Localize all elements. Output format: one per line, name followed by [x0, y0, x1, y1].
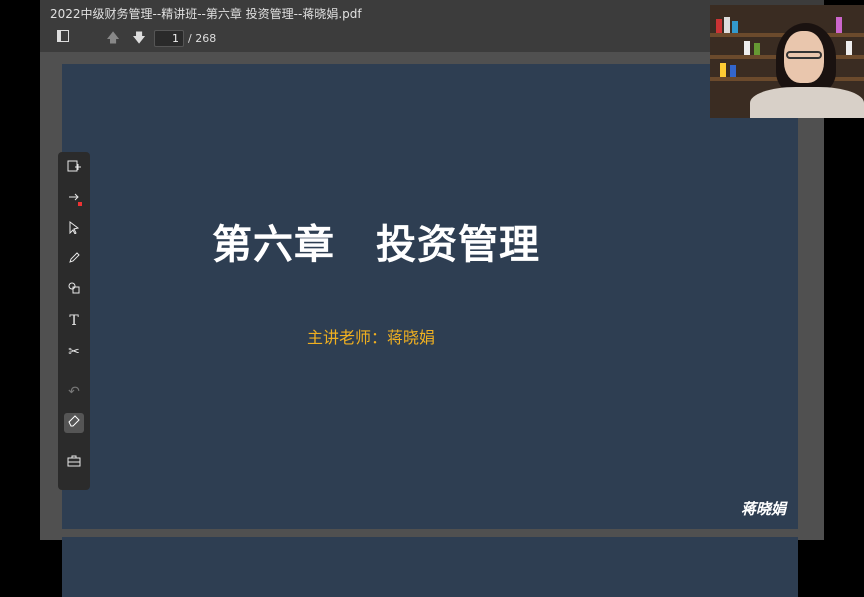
- book: [720, 63, 726, 77]
- pdf-page-1: 第六章 投资管理 主讲老师：蒋晓娟 蒋晓娟: [62, 64, 798, 529]
- pdf-viewer-window: 2022中级财务管理--精讲班--第六章 投资管理--蒋晓娟.pdf 🡅 🡇 1…: [40, 0, 824, 597]
- webcam-overlay: [710, 5, 864, 118]
- slide-title: 第六章 投资管理: [212, 222, 540, 268]
- presenter-shirt: [750, 87, 864, 118]
- book: [732, 21, 738, 33]
- book: [744, 41, 750, 55]
- scissors-icon[interactable]: ✂: [64, 342, 84, 362]
- move-tool-icon[interactable]: [64, 190, 84, 210]
- next-page-icon[interactable]: 🡇: [130, 30, 148, 48]
- text-icon[interactable]: T: [64, 311, 84, 331]
- toolbox-icon[interactable]: [64, 454, 84, 474]
- app-root: 2022中级财务管理--精讲班--第六章 投资管理--蒋晓娟.pdf 🡅 🡇 1…: [0, 0, 864, 597]
- red-marker-icon: [78, 202, 82, 206]
- document-viewport[interactable]: 第六章 投资管理 主讲老师：蒋晓娟 蒋晓娟 T ✂ ↶: [40, 52, 824, 597]
- signature-text: 蒋晓娟: [740, 500, 786, 518]
- viewer-toolbar: 🡅 🡇 1 / 268: [40, 26, 824, 52]
- presenter-glasses: [786, 51, 822, 59]
- select-arrow-icon[interactable]: [64, 220, 84, 240]
- eraser-icon[interactable]: [64, 413, 84, 433]
- book: [716, 19, 722, 33]
- book: [754, 43, 760, 55]
- page-number-input[interactable]: 1: [154, 30, 184, 47]
- book: [846, 41, 852, 55]
- pdf-page-2: [62, 537, 798, 597]
- book: [724, 17, 730, 33]
- book: [730, 65, 736, 77]
- window-title: 2022中级财务管理--精讲班--第六章 投资管理--蒋晓娟.pdf: [50, 7, 362, 21]
- previous-page-icon[interactable]: 🡅: [104, 30, 122, 48]
- titlebar: 2022中级财务管理--精讲班--第六章 投资管理--蒋晓娟.pdf: [40, 0, 824, 26]
- book: [836, 17, 842, 33]
- annotation-toolbar: T ✂ ↶: [58, 152, 90, 490]
- page-total-label: / 268: [188, 32, 217, 45]
- shapes-icon[interactable]: [64, 281, 84, 301]
- pencil-icon[interactable]: [64, 251, 84, 271]
- sidebar-toggle-icon[interactable]: [54, 30, 72, 48]
- add-page-icon[interactable]: [64, 159, 84, 179]
- undo-icon[interactable]: ↶: [64, 382, 84, 402]
- slide-subtitle: 主讲老师：蒋晓娟: [307, 328, 436, 347]
